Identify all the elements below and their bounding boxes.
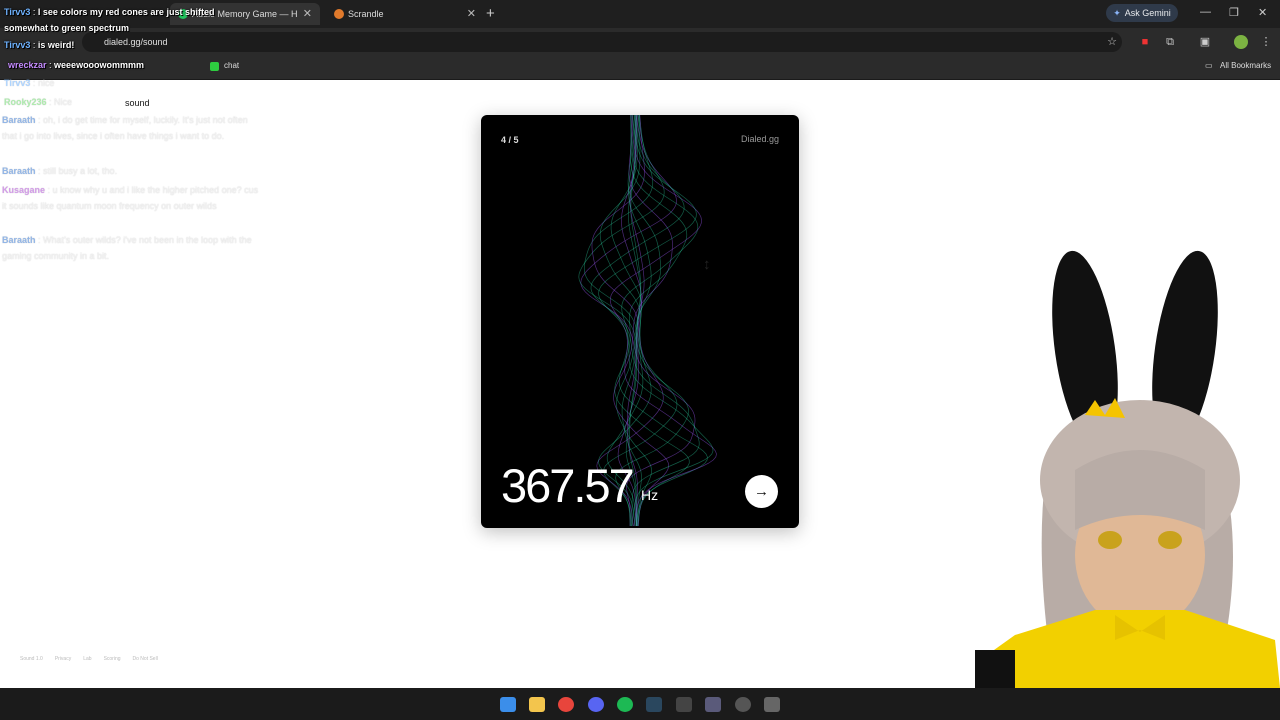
tab-scrandle[interactable]: Scrandle ✕ bbox=[326, 3, 484, 25]
chat-username: Baraath bbox=[2, 235, 36, 245]
chat-username: Tirvv3 bbox=[4, 78, 31, 88]
discord-icon[interactable] bbox=[588, 697, 604, 712]
spotify-icon[interactable] bbox=[617, 697, 633, 712]
footer-link[interactable]: Privacy bbox=[55, 656, 71, 662]
chat-message: Tirvv3 : I see colors my red cones are j… bbox=[4, 7, 215, 33]
settings-gear-icon[interactable] bbox=[764, 697, 780, 712]
sound-card: 4 / 5 Dialed.gg 367.57 Hz → bbox=[481, 115, 799, 528]
steam-icon[interactable] bbox=[646, 697, 662, 712]
chrome-icon[interactable] bbox=[558, 697, 574, 712]
vtuber-avatar bbox=[975, 250, 1280, 688]
footer-link[interactable]: Do Not Sell bbox=[133, 656, 158, 662]
chat-message: Tirvv3 : nice bbox=[4, 78, 55, 88]
gemini-icon: ✦ bbox=[1113, 7, 1121, 18]
chat-text: Nice bbox=[54, 97, 73, 107]
footer-link[interactable]: Scoring bbox=[104, 656, 121, 662]
chat-username: Baraath bbox=[2, 166, 36, 176]
frequency-value: 367.57 bbox=[501, 459, 635, 512]
minimize-icon[interactable]: — bbox=[1200, 6, 1211, 18]
chat-text: still busy a lot, tho. bbox=[43, 166, 118, 176]
close-tab-icon[interactable]: ✕ bbox=[467, 7, 476, 20]
chat-bookmark-icon bbox=[210, 62, 219, 71]
vtube-studio-icon[interactable] bbox=[705, 697, 721, 712]
chat-text: oh, i do get time for myself, luckily. I… bbox=[2, 115, 248, 141]
chat-text: nice bbox=[37, 78, 55, 88]
tab-favicon-icon bbox=[334, 9, 344, 19]
sidepanel-icon[interactable]: ▣ bbox=[1198, 35, 1212, 49]
profile-avatar-icon[interactable] bbox=[1234, 35, 1248, 49]
frequency-unit: Hz bbox=[641, 487, 659, 503]
footer-links: Sound 1.0 Privacy Lab Scoring Do Not Sel… bbox=[20, 656, 158, 662]
ask-gemini-label: Ask Gemini bbox=[1124, 8, 1171, 18]
terminal-icon[interactable] bbox=[676, 697, 692, 712]
footer-link[interactable]: Sound 1.0 bbox=[20, 656, 43, 662]
chat-username: Kusagane bbox=[2, 185, 46, 195]
ask-gemini-button[interactable]: ✦ Ask Gemini bbox=[1106, 4, 1178, 22]
folder-icon: ▭ bbox=[1205, 61, 1213, 70]
extensions-puzzle-icon[interactable]: ⧉ bbox=[1163, 35, 1177, 49]
new-tab-button[interactable]: + bbox=[486, 5, 495, 22]
maximize-icon[interactable]: ❐ bbox=[1229, 6, 1239, 19]
resize-cursor-icon: ↕ bbox=[703, 256, 711, 273]
window-close-icon[interactable]: ✕ bbox=[1258, 6, 1267, 19]
chat-username: Tirvv3 bbox=[4, 40, 31, 50]
obs-icon[interactable] bbox=[735, 697, 751, 712]
chat-message: Rooky236 : Nice bbox=[4, 97, 73, 107]
brand-logo: Dialed.gg bbox=[740, 134, 779, 144]
url-text[interactable]: dialed.gg/sound bbox=[104, 37, 168, 47]
menu-kebab-icon[interactable]: ⋮ bbox=[1259, 35, 1273, 49]
chat-message: wreckzar : weeewooowommmm bbox=[8, 60, 145, 70]
all-bookmarks[interactable]: All Bookmarks bbox=[1220, 61, 1271, 70]
chat-username: wreckzar bbox=[8, 60, 47, 70]
chat-message: Baraath : still busy a lot, tho. bbox=[2, 166, 118, 176]
bookmark-star-icon[interactable]: ☆ bbox=[1105, 35, 1119, 49]
arrow-right-icon: → bbox=[754, 483, 769, 500]
chat-message: Tirvv3 : is weird! bbox=[4, 40, 75, 50]
tab-label: Scrandle bbox=[348, 9, 384, 19]
chat-text: I see colors my red cones are just shift… bbox=[4, 7, 215, 33]
close-tab-icon[interactable]: ✕ bbox=[303, 7, 312, 20]
file-explorer-icon[interactable] bbox=[529, 697, 545, 712]
round-progress: 4 / 5 bbox=[501, 135, 519, 145]
footer-link[interactable]: Lab bbox=[83, 656, 91, 662]
extension-icon[interactable]: ■ bbox=[1138, 35, 1152, 49]
start-icon[interactable] bbox=[500, 697, 516, 712]
chat-text: is weird! bbox=[37, 40, 75, 50]
bookmarks-bar bbox=[0, 56, 1280, 80]
chat-text: What's outer wilds? i've not been in the… bbox=[2, 235, 252, 261]
chat-username: Rooky236 bbox=[4, 97, 47, 107]
chat-text: weeewooowommmm bbox=[54, 60, 145, 70]
site-nav-label[interactable]: sound bbox=[125, 98, 150, 108]
chat-username: Baraath bbox=[2, 115, 36, 125]
chat-username: Tirvv3 bbox=[4, 7, 31, 17]
taskbar bbox=[0, 688, 1280, 720]
bookmark-chat[interactable]: chat bbox=[224, 61, 239, 70]
chat-message: Baraath : What's outer wilds? i've not b… bbox=[2, 235, 252, 261]
chat-message: Kusagane : u know why u and i like the h… bbox=[2, 185, 259, 211]
next-button[interactable]: → bbox=[745, 475, 778, 508]
chat-message: Baraath : oh, i do get time for myself, … bbox=[2, 115, 248, 141]
